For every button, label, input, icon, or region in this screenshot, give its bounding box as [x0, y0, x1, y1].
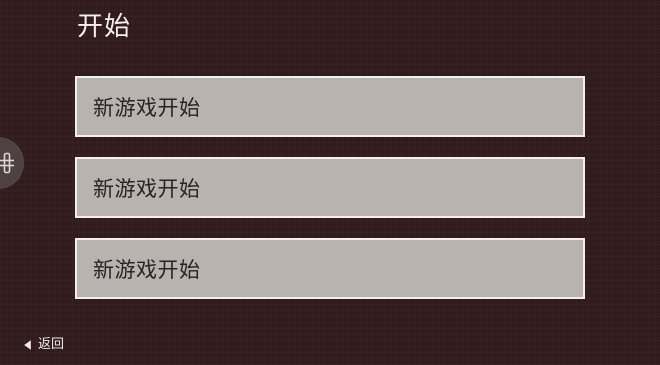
back-arrow-icon — [24, 340, 31, 350]
back-button[interactable]: 返回 — [22, 336, 64, 354]
new-game-button-2[interactable]: 新游戏开始 — [75, 157, 585, 218]
new-game-label: 新游戏开始 — [93, 176, 201, 201]
new-game-label: 新游戏开始 — [93, 95, 201, 120]
page-title: 开始 — [77, 12, 132, 42]
back-label: 返回 — [38, 337, 65, 352]
menu-handle-icon — [0, 152, 14, 174]
game-screen: 开始 新游戏开始 新游戏开始 新游戏开始 返回 — [0, 0, 660, 365]
new-game-button-3[interactable]: 新游戏开始 — [75, 238, 585, 299]
new-game-menu: 新游戏开始 新游戏开始 新游戏开始 — [75, 76, 585, 299]
new-game-label: 新游戏开始 — [93, 257, 201, 282]
new-game-button-1[interactable]: 新游戏开始 — [75, 76, 585, 137]
side-menu-handle[interactable] — [0, 137, 24, 189]
